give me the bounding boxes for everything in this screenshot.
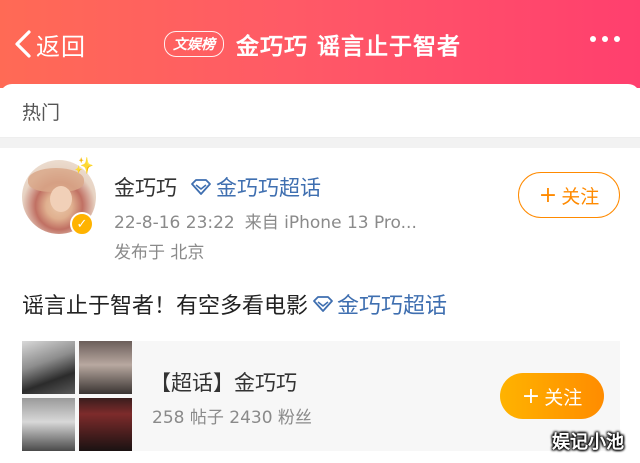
supertopic-cover-collage xyxy=(22,341,132,451)
supertopic-card-title: 【超话】金巧巧 xyxy=(150,371,297,395)
header-title-group: 文娱榜 金巧巧 谣言止于智者 xyxy=(164,26,461,62)
follow-supertopic-button[interactable]: + 关注 xyxy=(500,373,604,419)
back-button[interactable]: 返回 xyxy=(14,26,86,62)
cover-image xyxy=(79,341,132,394)
supertopic-badge-label: 金巧巧超话 xyxy=(216,176,321,200)
top-nav-bar: 返回 文娱榜 金巧巧 谣言止于智者 xyxy=(0,0,640,88)
chevron-left-icon xyxy=(15,30,31,58)
post-time: 22-8-16 23:22 xyxy=(114,213,235,233)
watermark: 娱记小池 xyxy=(552,432,624,453)
cover-image xyxy=(22,341,75,394)
supertopic-link-label: 金巧巧超话 xyxy=(337,294,448,319)
tab-hot[interactable]: 热门 xyxy=(22,98,60,125)
supertopic-card[interactable]: 【超话】金巧巧 258 帖子 2430 粉丝 + 关注 xyxy=(22,341,620,451)
follow-user-button[interactable]: + 关注 xyxy=(518,172,620,218)
supertopic-card-stats: 258 帖子 2430 粉丝 xyxy=(152,408,312,428)
follow-label: 关注 xyxy=(561,185,600,208)
more-dot xyxy=(614,36,620,42)
post-content: 谣言止于智者！有空多看电影 金巧巧超话 xyxy=(22,288,447,320)
more-dot xyxy=(590,36,596,42)
section-divider xyxy=(0,138,640,148)
avatar-face xyxy=(50,186,72,212)
post-meta: 22-8-16 23:22 来自 iPhone 13 Pro... xyxy=(114,208,417,233)
back-label: 返回 xyxy=(36,32,86,61)
username[interactable]: 金巧巧 xyxy=(114,172,177,202)
post-content-text: 谣言止于智者！有空多看电影 xyxy=(22,294,309,319)
post-source: 来自 iPhone 13 Pro... xyxy=(244,213,417,233)
supertopic-badge[interactable]: 金巧巧超话 xyxy=(190,172,321,202)
tab-bar: 热门 xyxy=(0,84,640,138)
avatar-frame-decoration-icon: ✨ xyxy=(74,156,94,175)
verified-badge-icon: ✓ xyxy=(70,212,94,236)
follow-label: 关注 xyxy=(544,386,583,409)
post-location: 发布于 北京 xyxy=(114,243,205,263)
ranking-tag: 文娱榜 xyxy=(164,31,224,57)
weibo-post: ✨ ✓ 金巧巧 金巧巧超话 22-8-16 23:22 来自 iPhone 13 … xyxy=(0,148,640,463)
diamond-icon xyxy=(191,179,211,195)
plus-icon: + xyxy=(521,383,541,409)
supertopic-link[interactable]: 金巧巧超话 xyxy=(312,288,447,320)
plus-icon: + xyxy=(538,182,558,208)
cover-image xyxy=(79,398,132,451)
diamond-icon xyxy=(313,296,333,312)
avatar[interactable]: ✨ ✓ xyxy=(22,156,96,236)
more-dots-icon[interactable] xyxy=(590,36,620,42)
more-dot xyxy=(602,36,608,42)
cover-image xyxy=(22,398,75,451)
page-title: 金巧巧 谣言止于智者 xyxy=(236,34,462,60)
